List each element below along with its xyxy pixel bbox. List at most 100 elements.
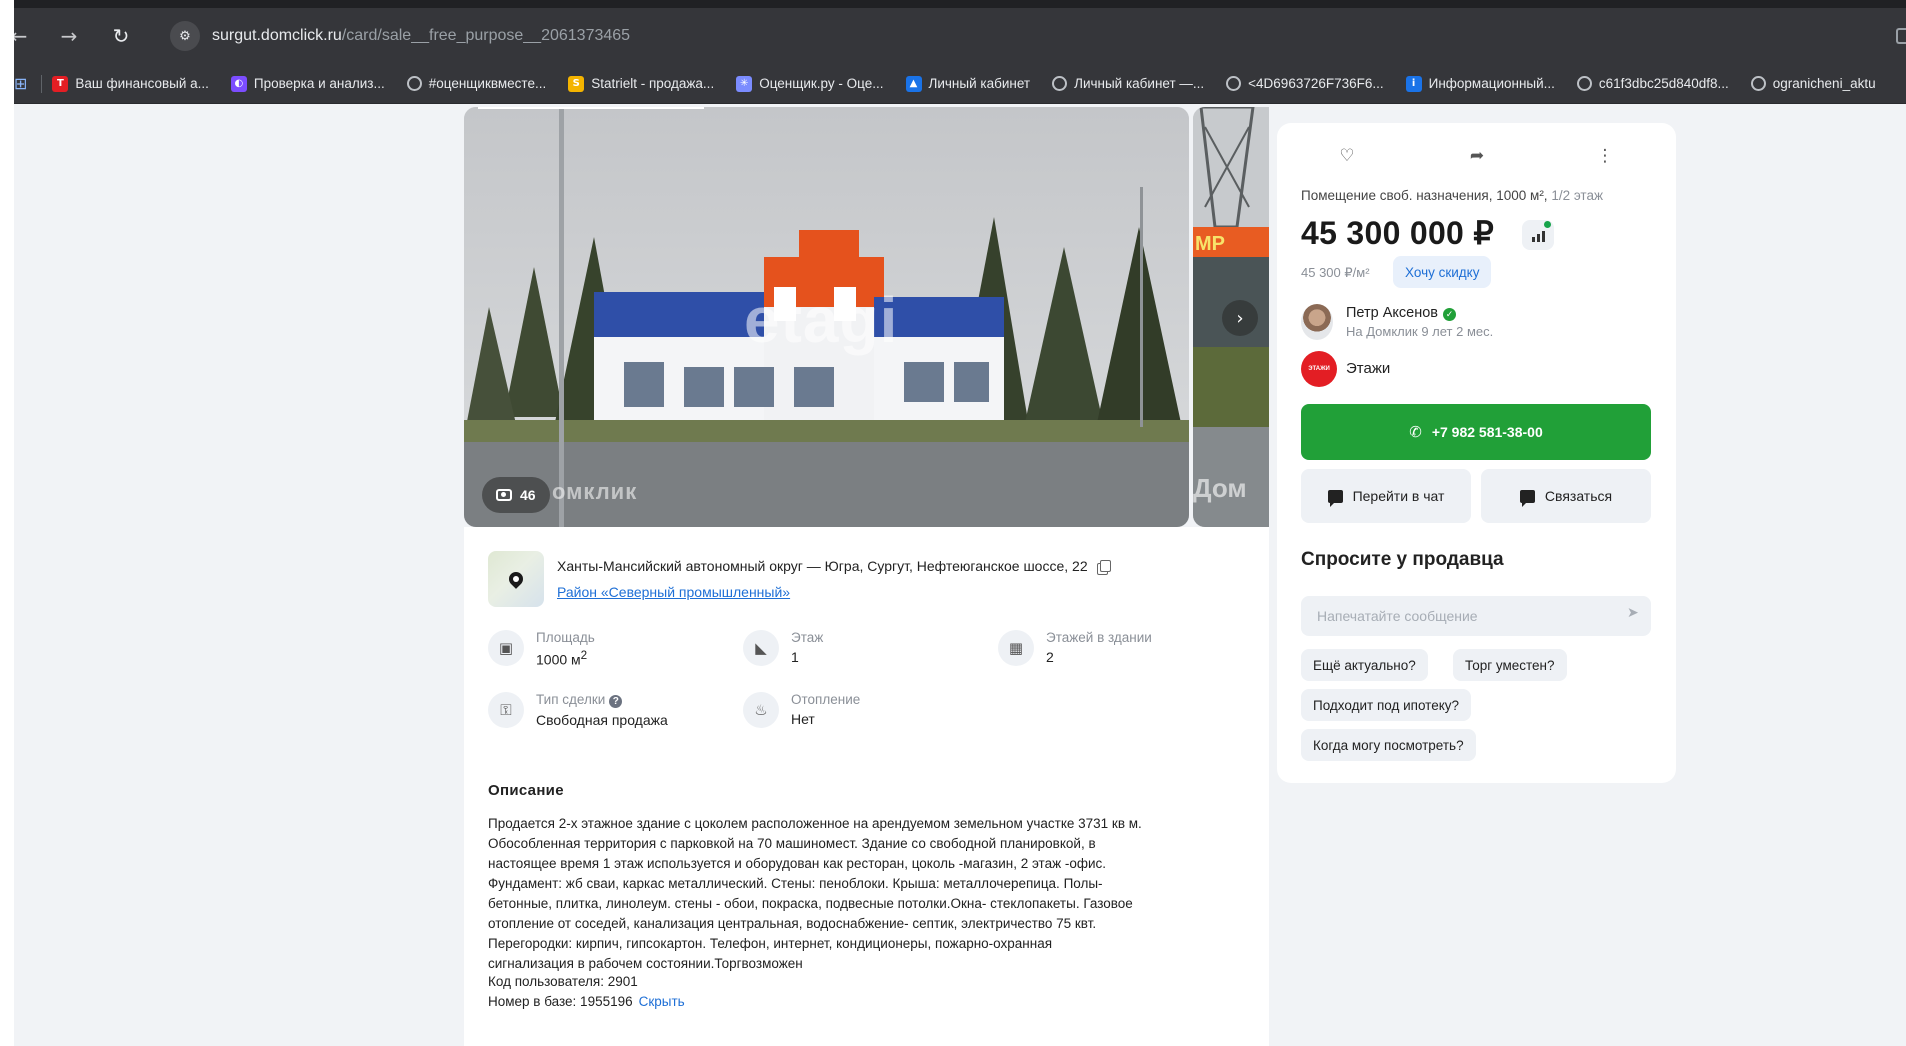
price-history-button[interactable]	[1522, 220, 1554, 250]
chat-button[interactable]: Перейти в чат	[1301, 469, 1471, 523]
photo-progress-bar	[478, 107, 704, 109]
photo-count-value: 46	[520, 487, 536, 503]
param-heating: ♨ Отопление Нет	[743, 692, 860, 728]
bookmark-label: ogranicheni_aktu	[1772, 76, 1876, 91]
phone-icon: ✆	[1409, 423, 1422, 441]
offer-subtitle: Помещение своб. назначения, 1000 м², 1/2…	[1301, 188, 1603, 203]
snowflake-icon: ✳	[736, 75, 753, 92]
card-actions: ♡ ➦ ⋮	[1277, 141, 1676, 171]
reload-icon[interactable]: ↻	[106, 24, 136, 48]
photo-gallery[interactable]: etagi омклик 46	[464, 107, 1189, 527]
chart-bar-icon	[1541, 231, 1545, 242]
heating-icon: ♨	[743, 692, 779, 728]
db-number-line: Номер в базе: 1955196 Скрыть	[488, 994, 685, 1009]
forward-arrow-icon[interactable]: →	[54, 24, 84, 48]
agent-name-line[interactable]: Петр Аксенов ✓	[1346, 305, 1457, 321]
quick-question-chip[interactable]: Торг уместен?	[1453, 649, 1567, 681]
agency-watermark: etagi	[744, 284, 899, 356]
chat-icon	[1327, 489, 1343, 507]
quick-question-chip[interactable]: Подходит под ипотеку?	[1301, 689, 1472, 721]
help-icon[interactable]: ?	[609, 695, 623, 708]
param-value: 2	[1046, 649, 1054, 665]
user-code: Код пользователя: 2901	[488, 974, 638, 989]
quick-question-chip[interactable]: Когда могу посмотреть?	[1301, 729, 1476, 761]
agent-avatar[interactable]	[1301, 304, 1333, 340]
key-icon: ⚿	[488, 692, 524, 728]
param-floors-total: ▦ Этажей в здании 2	[998, 630, 1152, 666]
side-photo-sign: МР	[1195, 233, 1225, 255]
globe-icon	[1226, 76, 1242, 91]
bookmark-item[interactable]: #оценщиквместе...	[406, 76, 546, 91]
price-per-m2: 45 300 ₽/м²	[1301, 265, 1370, 280]
bookmark-item[interactable]: S Statrielt - продажа...	[568, 75, 715, 92]
message-icon	[1519, 489, 1535, 507]
bookmark-item[interactable]: <4D6963726F736F6...	[1226, 76, 1384, 91]
param-label: Площадь	[536, 630, 595, 645]
statrielt-icon: S	[568, 75, 585, 92]
floor-icon: ◣	[743, 630, 779, 666]
bookmark-list: Т Ваш финансовый а... ◐ Проверка и анализ..…	[52, 75, 1897, 92]
copy-icon[interactable]	[1099, 560, 1111, 572]
contact-button[interactable]: Связаться	[1481, 469, 1651, 523]
description-text: Продается 2-х этажное здание с цоколем р…	[488, 816, 1142, 971]
param-label: Этаж	[791, 630, 824, 645]
bookmark-label: Ваш финансовый а...	[75, 76, 209, 91]
description-title: Описание	[488, 782, 564, 799]
globe-icon	[406, 76, 422, 91]
photo-count-badge[interactable]: 46	[482, 477, 550, 513]
chat-label: Перейти в чат	[1352, 488, 1445, 504]
param-area: ▣ Площадь 1000 м2	[488, 630, 595, 668]
bookmark-label: Личный кабинет	[928, 76, 1031, 91]
area-icon: ▣	[488, 630, 524, 666]
discount-button[interactable]: Хочу скидку	[1393, 256, 1492, 288]
more-icon[interactable]: ⋮	[1590, 141, 1620, 171]
site-settings-icon[interactable]: ⚙	[170, 21, 200, 51]
bookmark-label: Оценщик.ру - Оце...	[759, 76, 884, 91]
quick-question-chip[interactable]: Ещё актуально?	[1301, 649, 1428, 681]
send-icon[interactable]: ➤	[1627, 605, 1639, 621]
bookmark-label: Statrielt - продажа...	[591, 76, 715, 91]
info-icon: i	[1405, 75, 1422, 92]
agency-name[interactable]: Этажи	[1346, 360, 1390, 377]
bookmark-item[interactable]: ▲ Личный кабинет	[905, 75, 1031, 92]
param-label: Отопление	[791, 692, 861, 707]
price-trend-dot	[1544, 221, 1551, 228]
bookmark-item[interactable]: ✳ Оценщик.ру - Оце...	[736, 75, 884, 92]
bookmark-item[interactable]: Т Ваш финансовый а...	[52, 75, 209, 92]
bookmark-item[interactable]: ogranicheni_aktu	[1750, 76, 1876, 91]
next-photo-button[interactable]: ›	[1222, 300, 1258, 336]
price: 45 300 000 ₽	[1301, 215, 1495, 251]
map-thumbnail[interactable]	[488, 551, 544, 607]
bookmark-item[interactable]: ◐ Проверка и анализ...	[230, 75, 385, 92]
param-label: Тип сделки?	[536, 692, 668, 708]
domclick-watermark: омклик	[552, 479, 638, 504]
bookmark-item[interactable]: c61f3dbc25d840df8...	[1576, 76, 1729, 91]
call-button[interactable]: ✆ +7 982 581-38-00	[1301, 404, 1651, 460]
apps-grid-icon[interactable]: ⊞	[14, 74, 27, 93]
bookmark-item[interactable]: i Информационный...	[1405, 75, 1555, 92]
bookmark-label: Проверка и анализ...	[253, 76, 385, 91]
area-value: 1000 м	[536, 651, 581, 668]
side-panel-icon[interactable]	[1896, 28, 1906, 44]
chart-bar-icon	[1536, 234, 1540, 242]
bookmark-item[interactable]: Личный кабинет —...	[1052, 76, 1204, 91]
db-number: Номер в базе: 1955196	[488, 994, 633, 1009]
message-input[interactable]	[1301, 596, 1651, 636]
heart-icon[interactable]: ♡	[1332, 141, 1362, 171]
map-icon: ▲	[905, 75, 922, 92]
check-icon: ◐	[230, 75, 247, 92]
map-pin-icon	[506, 569, 526, 589]
url-field[interactable]: surgut.domclick.ru/card/sale__free_purpo…	[212, 27, 630, 45]
url-path: /card/sale__free_purpose__2061373465	[341, 27, 631, 44]
offer-floor: 1/2 этаж	[1551, 188, 1603, 203]
bookmark-label: Личный кабинет —...	[1074, 76, 1205, 91]
offer-type: Помещение своб. назначения, 1000 м²,	[1301, 188, 1552, 203]
district-link[interactable]: Район «Северный промышленный»	[557, 584, 790, 600]
param-value: 1	[791, 649, 799, 665]
hide-link[interactable]: Скрыть	[639, 994, 685, 1009]
agency-logo[interactable]: ЭТАЖИ	[1301, 351, 1337, 387]
param-value: Свободная продажа	[536, 712, 668, 728]
share-icon[interactable]: ➦	[1462, 141, 1492, 171]
agent-name: Петр Аксенов	[1346, 305, 1439, 321]
deal-type-label: Тип сделки	[536, 692, 606, 707]
